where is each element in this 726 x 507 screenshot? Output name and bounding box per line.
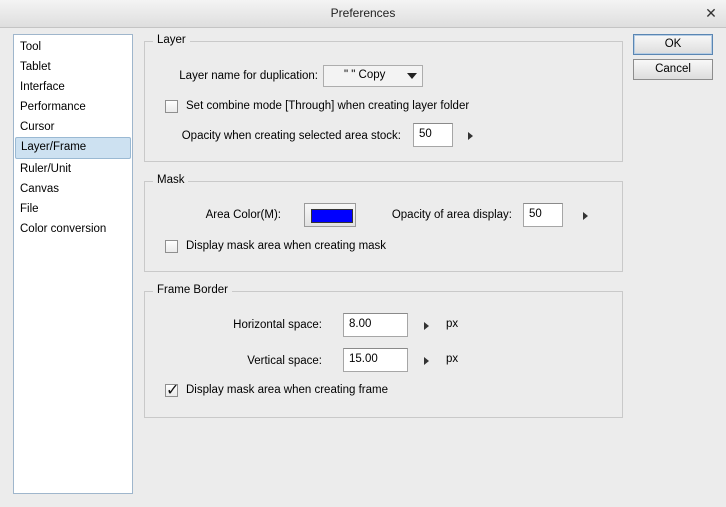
ok-button[interactable]: OK <box>633 34 713 55</box>
display-mask-checkbox[interactable] <box>165 240 178 253</box>
horizontal-space-spin-arrow-icon[interactable] <box>424 322 429 330</box>
display-mask-label: Display mask area when creating mask <box>186 240 387 252</box>
category-item-layer-frame[interactable]: Layer/Frame <box>15 137 131 159</box>
vertical-space-input[interactable]: 15.00 <box>343 348 408 372</box>
close-button[interactable]: ✕ <box>702 4 720 22</box>
window-title: Preferences <box>330 6 396 20</box>
category-item-interface[interactable]: Interface <box>15 77 131 97</box>
category-item-performance[interactable]: Performance <box>15 97 131 117</box>
display-frame-label: Display mask area when creating frame <box>186 384 388 396</box>
dup-name-dropdown[interactable]: " " Copy <box>323 65 423 87</box>
area-opacity-label: Opacity of area display: <box>391 209 512 221</box>
dialog-body: Tool Tablet Interface Performance Cursor… <box>0 28 726 507</box>
chevron-down-icon <box>407 73 417 79</box>
stock-opacity-spin-arrow-icon[interactable] <box>468 132 473 140</box>
category-item-tablet[interactable]: Tablet <box>15 57 131 77</box>
category-list[interactable]: Tool Tablet Interface Performance Cursor… <box>13 34 133 494</box>
combine-through-label: Set combine mode [Through] when creating… <box>186 100 470 112</box>
vertical-space-unit: px <box>446 353 459 365</box>
horizontal-space-input[interactable]: 8.00 <box>343 313 408 337</box>
frame-border-group: Frame Border Horizontal space: 8.00 px V… <box>144 283 623 418</box>
close-icon: ✕ <box>705 5 717 21</box>
category-item-color-conversion[interactable]: Color conversion <box>15 219 131 239</box>
cancel-button[interactable]: Cancel <box>633 59 713 80</box>
category-item-canvas[interactable]: Canvas <box>15 179 131 199</box>
layer-group: Layer Layer name for duplication: " " Co… <box>144 33 623 162</box>
horizontal-space-unit: px <box>446 318 459 330</box>
combine-through-checkbox[interactable] <box>165 100 178 113</box>
stock-opacity-input[interactable]: 50 <box>413 123 453 147</box>
area-opacity-spin-arrow-icon[interactable] <box>583 212 588 220</box>
area-opacity-input[interactable]: 50 <box>523 203 563 227</box>
category-item-file[interactable]: File <box>15 199 131 219</box>
category-item-ruler-unit[interactable]: Ruler/Unit <box>15 159 131 179</box>
horizontal-space-label: Horizontal space: <box>233 319 322 331</box>
display-frame-checkbox[interactable] <box>165 380 179 399</box>
stock-opacity-label: Opacity when creating selected area stoc… <box>181 130 401 142</box>
mask-group: Mask Area Color(M): Opacity of area disp… <box>144 173 623 272</box>
vertical-space-spin-arrow-icon[interactable] <box>424 357 429 365</box>
category-item-cursor[interactable]: Cursor <box>15 117 131 137</box>
dup-name-value: " " Copy <box>344 69 386 81</box>
title-bar: Preferences ✕ <box>0 0 726 28</box>
vertical-space-label: Vertical space: <box>247 355 322 367</box>
area-color-label: Area Color(M): <box>205 209 281 221</box>
dup-name-label: Layer name for duplication: <box>179 70 318 82</box>
category-item-tool[interactable]: Tool <box>15 37 131 57</box>
